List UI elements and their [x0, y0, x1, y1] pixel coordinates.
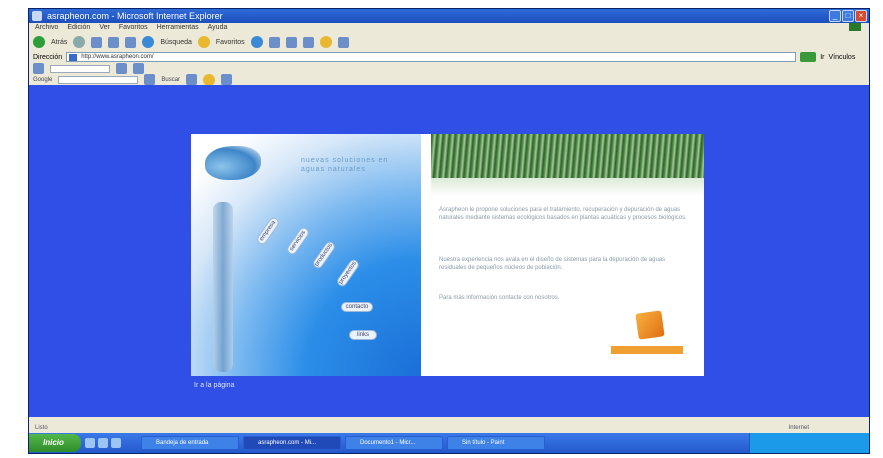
windows-flag-icon	[849, 23, 861, 31]
toolbar-button-icon-2[interactable]	[133, 63, 144, 74]
toolbar-button-icon[interactable]	[116, 63, 127, 74]
menu-bar: Archivo Edición Ver Favoritos Herramient…	[29, 23, 869, 33]
ie-icon	[32, 11, 42, 21]
favorites-star-icon[interactable]	[197, 36, 210, 48]
site-logo[interactable]	[205, 146, 261, 180]
taskbar-item[interactable]: Bandeja de entrada	[141, 436, 239, 450]
browser-window: asrapheon.com - Microsoft Internet Explo…	[28, 8, 870, 454]
status-bar: Listo Internet	[29, 423, 869, 433]
google-toolbar: Google Buscar	[29, 73, 869, 86]
quicklaunch-ie-icon[interactable]	[85, 438, 95, 448]
taskbar-item-active[interactable]: asrapheon.com - Mi...	[243, 436, 341, 450]
quick-launch	[85, 438, 121, 448]
go-label[interactable]: Ir	[820, 54, 824, 61]
taskbar-item[interactable]: Sin título - Paint	[447, 436, 545, 450]
orange-banner-link[interactable]	[611, 346, 683, 354]
reed-image	[213, 202, 233, 372]
folder-icon[interactable]	[319, 36, 332, 48]
pagerank-icon	[186, 74, 198, 85]
status-zone: Internet	[788, 425, 809, 431]
address-bar: Dirección http://www.asrapheon.com/ Ir V…	[29, 51, 869, 63]
taskbar-item[interactable]: Documento1 - Micr...	[345, 436, 443, 450]
site-menu-contacto[interactable]: contacto	[341, 302, 373, 312]
menu-ayuda[interactable]: Ayuda	[208, 23, 228, 33]
forward-arrow-icon[interactable]	[73, 36, 86, 48]
menu-ver[interactable]: Ver	[99, 23, 110, 33]
toolbar-dropdown[interactable]	[50, 64, 110, 73]
bottom-link[interactable]: Ir a la página	[194, 382, 234, 389]
website-panel: nuevas soluciones en aguas naturales emp…	[191, 134, 704, 376]
print-icon[interactable]	[285, 36, 297, 48]
popup-blocker-icon[interactable]	[203, 73, 216, 86]
go-button[interactable]	[800, 52, 817, 62]
history-icon[interactable]	[250, 36, 263, 48]
back-label[interactable]: Atrás	[51, 39, 67, 46]
start-button[interactable]: Inicio	[29, 434, 81, 452]
page-viewport: nuevas soluciones en aguas naturales emp…	[29, 85, 869, 417]
site-tagline: nuevas soluciones en aguas naturales	[301, 157, 389, 173]
stop-icon[interactable]	[91, 36, 103, 48]
toolbar-flag-icon	[33, 63, 44, 74]
site-menu-links[interactable]: links	[349, 330, 377, 340]
secondary-toolbar	[29, 63, 869, 74]
window-title: asrapheon.com - Microsoft Internet Explo…	[47, 11, 223, 21]
maximize-button[interactable]: □	[842, 10, 854, 22]
title-bar: asrapheon.com - Microsoft Internet Explo…	[29, 9, 869, 23]
back-arrow-icon[interactable]	[33, 36, 45, 48]
grass-fade	[431, 178, 704, 196]
refresh-icon[interactable]	[108, 36, 120, 48]
address-input[interactable]: http://www.asrapheon.com/	[66, 52, 797, 62]
messenger-icon[interactable]	[337, 36, 349, 48]
google-search-input[interactable]	[58, 75, 139, 84]
intro-paragraph: Asrapheon le propone soluciones para el …	[439, 207, 687, 221]
address-label: Dirección	[33, 53, 63, 61]
grass-header-image	[431, 134, 704, 178]
quicklaunch-mail-icon[interactable]	[111, 438, 121, 448]
google-label: Google	[33, 76, 53, 83]
search-icon[interactable]	[142, 36, 155, 48]
menu-favoritos[interactable]: Favoritos	[119, 23, 148, 33]
contact-paragraph: Para más información contacte con nosotr…	[439, 295, 560, 301]
taskbar: Inicio Bandeja de entrada asrapheon.com …	[29, 433, 869, 453]
system-tray[interactable]	[749, 433, 869, 453]
favorites-label[interactable]: Favoritos	[216, 39, 245, 46]
menu-archivo[interactable]: Archivo	[35, 23, 58, 33]
home-icon[interactable]	[125, 36, 137, 48]
standard-toolbar: Atrás Búsqueda Favoritos	[29, 33, 869, 51]
links-label[interactable]: Vínculos	[828, 54, 855, 61]
autofill-icon[interactable]	[221, 74, 233, 85]
orange-box-icon[interactable]	[635, 310, 665, 340]
close-button[interactable]: ×	[855, 10, 867, 22]
status-text: Listo	[35, 425, 48, 431]
search-label[interactable]: Búsqueda	[160, 39, 192, 46]
mail-icon[interactable]	[268, 36, 280, 48]
menu-edicion[interactable]: Edición	[67, 23, 90, 33]
minimize-button[interactable]: _	[829, 10, 841, 22]
edit-icon[interactable]	[302, 36, 314, 48]
experience-paragraph: Nuestra experiencia nos avala en el dise…	[439, 257, 666, 271]
quicklaunch-desktop-icon[interactable]	[98, 438, 108, 448]
google-search-icon[interactable]	[144, 74, 156, 85]
google-search-label[interactable]: Buscar	[161, 77, 180, 83]
menu-herramientas[interactable]: Herramientas	[157, 23, 199, 33]
